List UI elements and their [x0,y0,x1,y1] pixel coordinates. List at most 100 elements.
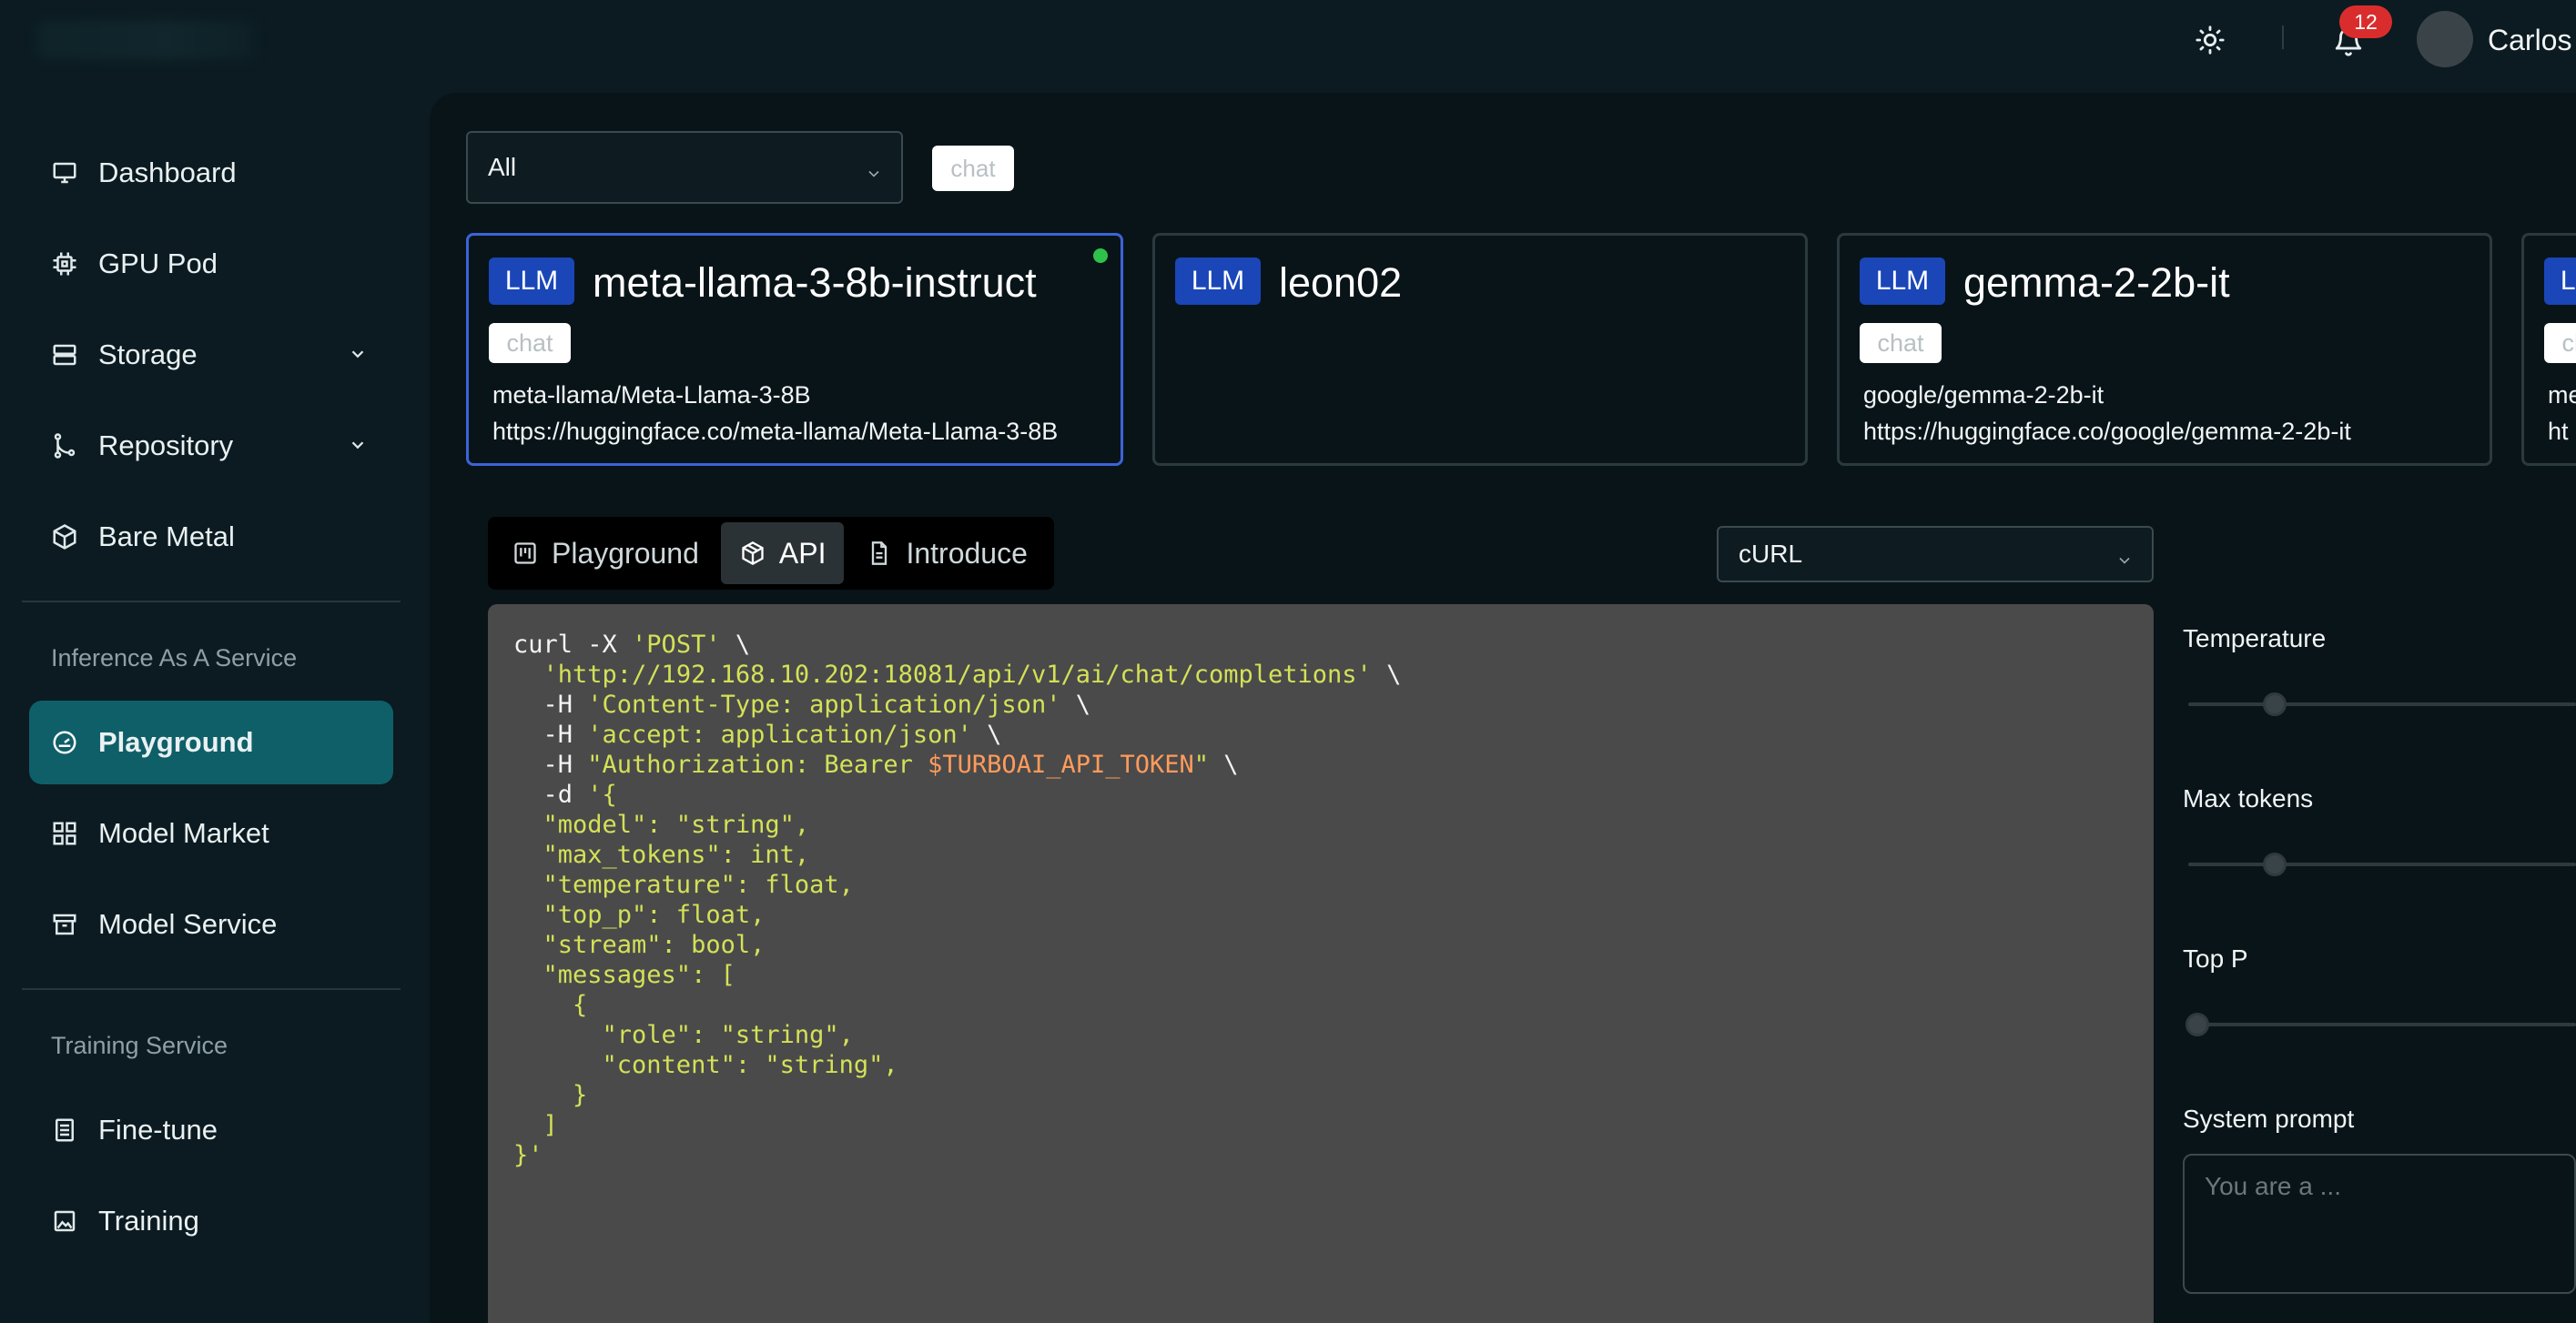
sidebar-item-repository[interactable]: Repository [29,404,393,488]
model-tag: chat [1860,323,1942,363]
sidebar-item-label: Bare Metal [98,520,235,552]
document-icon [866,540,893,567]
package-icon [739,540,766,567]
sidebar-item-playground[interactable]: Playground [29,701,393,784]
sidebar-item-label: Model Market [98,817,269,849]
model-tag: chat [2544,323,2576,363]
chevron-down-icon [865,160,883,189]
server-icon [49,339,80,370]
model-name: leon02 [1279,259,1403,306]
sidebar: Dashboard GPU Pod Storage Repository Bar… [0,84,428,1323]
code-line: { [513,991,588,1019]
online-status-dot [1093,248,1108,263]
image-icon [49,1206,80,1237]
model-repo: google/gemma-2-2b-it [1863,381,2104,409]
monitor-icon [49,157,80,188]
sidebar-divider [22,601,401,602]
model-repo: meta-llama/Meta-Llama-3-8B [492,381,811,409]
sun-icon [2196,25,2225,55]
code-line: "role": "string", [513,1021,854,1049]
model-type-badge: LLM [489,258,574,305]
code-line: "temperature": float, [513,871,854,899]
model-card[interactable]: LLM meta-llama-3-8b-instruct chat meta-l… [466,233,1123,466]
temperature-slider[interactable] [2188,702,2576,706]
sidebar-item-label: Dashboard [98,157,237,188]
system-prompt-input[interactable]: You are a ... [2183,1154,2576,1294]
tab-api[interactable]: API [720,522,845,584]
sidebar-item-label: Model Service [98,908,278,940]
category-select[interactable]: All [466,131,903,204]
theme-toggle-button[interactable] [2192,22,2228,58]
section-title-training: Training Service [51,1032,228,1059]
top-bar: 12 Carlos [0,0,2576,84]
sidebar-item-label: Playground [98,726,254,758]
max-tokens-slider[interactable] [2188,863,2576,866]
code-line: "top_p": float, [513,901,766,929]
sidebar-item-gpu-pod[interactable]: GPU Pod [29,222,393,306]
sidebar-item-model-service[interactable]: Model Service [29,883,393,966]
model-url[interactable]: https://huggingface.co/google/gemma-2-2b… [1863,418,2490,446]
model-card[interactable]: LLM leon02 [1152,233,1808,466]
grid-icon [49,818,80,849]
temperature-slider-handle[interactable] [2263,692,2287,716]
model-type-badge: LLM [1860,258,1945,305]
notification-count-badge: 12 [2339,5,2392,38]
sidebar-item-fine-tune[interactable]: Fine-tune [29,1088,393,1172]
chevron-down-icon [2115,547,2134,576]
tab-playground[interactable]: Playground [493,522,717,584]
code-line: "stream": bool, [513,931,766,959]
logo [36,20,255,60]
model-card[interactable]: LLM chat me ht [2521,233,2576,466]
chip-icon [49,248,80,279]
model-url[interactable]: ht [2548,418,2576,446]
code-line: ] [513,1111,558,1139]
temperature-label: Temperature [2183,624,2327,652]
board-icon [512,540,539,567]
api-code-block[interactable]: curl -X 'POST' \ 'http://192.168.10.202:… [488,604,2154,1323]
top-p-label: Top P [2183,944,2248,973]
sidebar-item-bare-metal[interactable]: Bare Metal [29,495,393,579]
top-p-slider[interactable] [2188,1023,2576,1026]
code-line: "content": "string", [513,1051,898,1079]
code-line: curl -X 'POST' \ [513,631,751,659]
code-line: "messages": [ [513,961,735,989]
sidebar-item-label: Storage [98,338,198,370]
gauge-icon [49,727,80,758]
sidebar-item-label: Fine-tune [98,1114,218,1146]
model-type-badge: LLM [1175,258,1261,305]
model-url[interactable]: https://huggingface.co/meta-llama/Meta-L… [492,418,1121,446]
cube-icon [49,521,80,552]
sidebar-item-training[interactable]: Training [29,1179,393,1263]
model-type-badge: LLM [2544,258,2576,305]
header-divider [2282,25,2284,49]
sidebar-divider [22,988,401,990]
code-line: -H "Authorization: Bearer $TURBOAI_API_T… [513,751,1239,779]
sidebar-item-label: Training [98,1205,199,1237]
tab-introduce[interactable]: Introduce [847,522,1045,584]
tab-label: Introduce [906,536,1028,570]
chevron-down-icon [348,435,368,460]
sidebar-item-label: Repository [98,429,234,461]
max-tokens-label: Max tokens [2183,784,2314,813]
username[interactable]: Carlos [2488,24,2571,57]
model-card[interactable]: LLM gemma-2-2b-it chat google/gemma-2-2b… [1837,233,2492,466]
language-select-value: cURL [1739,540,1803,568]
max-tokens-slider-handle[interactable] [2263,853,2287,876]
model-name: meta-llama-3-8b-instruct [593,259,1037,306]
sidebar-item-label: GPU Pod [98,247,218,279]
code-line: -d '{ [513,781,617,809]
chevron-down-icon [348,344,368,369]
system-prompt-label: System prompt [2183,1105,2355,1133]
code-line: "max_tokens": int, [513,841,810,869]
model-tag: chat [489,323,571,363]
tag-filter-chat[interactable]: chat [932,146,1014,191]
view-tabs: Playground API Introduce [488,517,1054,590]
avatar[interactable] [2417,11,2473,67]
sidebar-item-dashboard[interactable]: Dashboard [29,131,393,215]
language-select[interactable]: cURL [1717,526,2154,582]
code-line: 'http://192.168.10.202:18081/api/v1/ai/c… [543,661,1402,689]
sidebar-item-storage[interactable]: Storage [29,313,393,397]
code-line: } [513,1081,588,1109]
sidebar-item-model-market[interactable]: Model Market [29,792,393,875]
top-p-slider-handle[interactable] [2186,1013,2209,1036]
